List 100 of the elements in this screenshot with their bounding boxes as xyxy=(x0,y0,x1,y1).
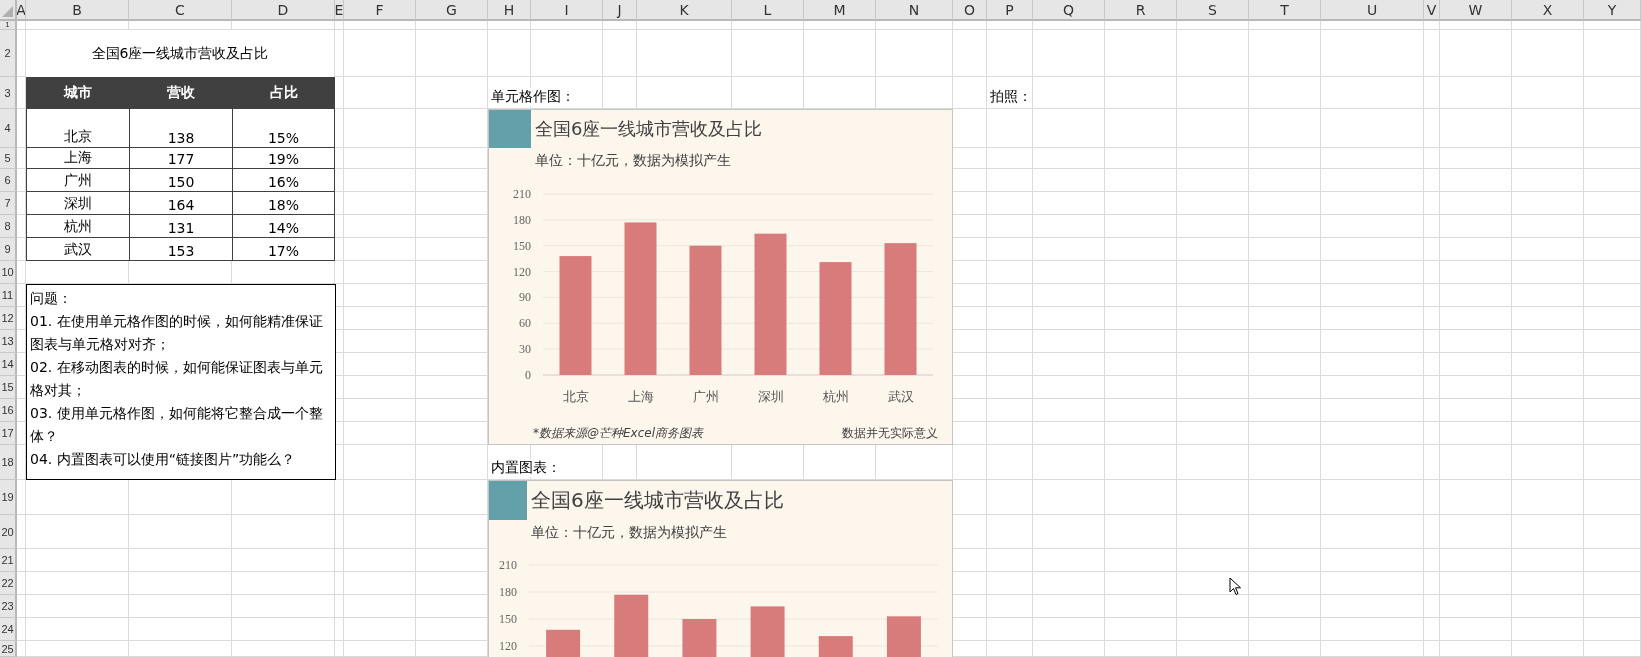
row-header[interactable]: 5 xyxy=(0,148,17,169)
row-header[interactable]: 25 xyxy=(0,641,17,657)
table-cell: 138 xyxy=(129,109,232,148)
table-cell: 北京 xyxy=(26,109,129,148)
title-accent xyxy=(489,481,527,520)
axis-label: 120 xyxy=(499,639,517,653)
row-header[interactable]: 6 xyxy=(0,169,17,192)
category-label: 广州 xyxy=(692,389,719,404)
table-cell: 14% xyxy=(232,215,335,238)
axis-label: 0 xyxy=(525,368,531,382)
table-cell: 177 xyxy=(129,148,232,169)
row-header[interactable]: 22 xyxy=(0,572,17,595)
category-label: 杭州 xyxy=(822,389,849,404)
table-header: 占比 xyxy=(232,77,335,109)
bar xyxy=(614,594,649,657)
row-header[interactable]: 2 xyxy=(0,30,17,77)
table-header: 营收 xyxy=(129,77,232,109)
chart-title: 全国6座一线城市营收及占比 xyxy=(531,487,784,514)
chart-subtitle: 单位：十亿元，数据为模拟产生 xyxy=(531,524,727,540)
column-header[interactable]: V xyxy=(1424,0,1440,21)
column-header[interactable]: L xyxy=(732,0,804,21)
axis-label: 210 xyxy=(513,187,531,201)
column-header[interactable]: G xyxy=(416,0,488,21)
column-header[interactable]: O xyxy=(953,0,987,21)
table-cell: 153 xyxy=(129,238,232,261)
axis-label: 180 xyxy=(513,212,531,227)
table-cell: 17% xyxy=(232,238,335,261)
row-header[interactable]: 8 xyxy=(0,215,17,238)
table-cell: 上海 xyxy=(26,148,129,169)
axis-label: 210 xyxy=(499,558,517,572)
column-header[interactable]: R xyxy=(1105,0,1177,21)
row-header[interactable]: 14 xyxy=(0,353,17,376)
table-cell: 杭州 xyxy=(26,215,129,238)
bar xyxy=(886,616,921,657)
table-cell: 19% xyxy=(232,148,335,169)
column-header[interactable]: P xyxy=(987,0,1033,21)
column-header[interactable]: H xyxy=(488,0,531,21)
axis-label: 150 xyxy=(499,612,517,626)
row-header[interactable]: 15 xyxy=(0,376,17,399)
column-header[interactable]: X xyxy=(1512,0,1584,21)
column-header[interactable]: M xyxy=(804,0,876,21)
row-header[interactable]: 12 xyxy=(0,307,17,330)
row-header[interactable]: 21 xyxy=(0,549,17,572)
select-all-corner[interactable] xyxy=(0,0,17,21)
row-header[interactable]: 3 xyxy=(0,77,17,109)
question-text: 04. 内置图表可以使用“链接图片”功能么？ xyxy=(30,450,297,469)
row-header[interactable]: 13 xyxy=(0,330,17,353)
table-cell: 164 xyxy=(129,192,232,215)
chart-subtitle: 单位：十亿元，数据为模拟产生 xyxy=(535,152,731,168)
row-header[interactable]: 11 xyxy=(0,284,17,307)
column-header[interactable]: T xyxy=(1249,0,1321,21)
source-note: *数据来源@芒种Excel商务图表 xyxy=(533,424,703,442)
column-header[interactable]: C xyxy=(129,0,232,21)
table-cell: 武汉 xyxy=(26,238,129,261)
column-header[interactable]: Q xyxy=(1033,0,1105,21)
column-header[interactable]: K xyxy=(637,0,732,21)
table-cell: 16% xyxy=(232,169,335,192)
row-header[interactable]: 7 xyxy=(0,192,17,215)
column-header[interactable]: S xyxy=(1177,0,1249,21)
column-header[interactable]: I xyxy=(531,0,603,21)
column-header[interactable]: D xyxy=(232,0,335,21)
axis-label: 180 xyxy=(499,585,517,599)
axis-label: 90 xyxy=(519,290,531,305)
table-cell: 150 xyxy=(129,169,232,192)
row-header[interactable]: 20 xyxy=(0,515,17,549)
column-header[interactable]: Y xyxy=(1584,0,1641,21)
table-cell: 广州 xyxy=(26,169,129,192)
title-accent xyxy=(489,110,531,148)
question-text: 问题： xyxy=(30,289,73,308)
row-header[interactable]: 17 xyxy=(0,422,17,445)
table-title: 全国6座一线城市营收及占比 xyxy=(26,30,335,77)
table-header: 城市 xyxy=(26,77,129,109)
column-header[interactable]: W xyxy=(1440,0,1512,21)
axis-label: 60 xyxy=(519,316,531,331)
category-label: 武汉 xyxy=(887,389,914,404)
row-header[interactable]: 9 xyxy=(0,238,17,261)
column-header[interactable]: F xyxy=(344,0,416,21)
row-header[interactable]: 23 xyxy=(0,595,17,618)
row-header[interactable]: 24 xyxy=(0,618,17,641)
row-header[interactable]: 18 xyxy=(0,445,17,480)
bar xyxy=(750,606,785,657)
corner-triangle-icon xyxy=(2,6,13,17)
row-header[interactable]: 16 xyxy=(0,399,17,422)
question-text: 01. 在使用单元格作图的时候，如何能精准保证图表与单元格对对齐； xyxy=(30,312,324,354)
row-header[interactable]: 1 xyxy=(0,21,17,30)
axis-label: 150 xyxy=(513,238,531,253)
column-header[interactable]: J xyxy=(603,0,637,21)
table-cell: 131 xyxy=(129,215,232,238)
question-text: 03. 使用单元格作图，如何能将它整合成一个整体？ xyxy=(30,404,324,446)
table-cell: 深圳 xyxy=(26,192,129,215)
row-header[interactable]: 4 xyxy=(0,109,17,148)
bar xyxy=(818,636,853,657)
row-header[interactable]: 19 xyxy=(0,480,17,515)
table-cell: 15% xyxy=(232,109,335,148)
column-header[interactable]: U xyxy=(1321,0,1424,21)
category-label: 深圳 xyxy=(757,389,784,404)
row-header[interactable]: 10 xyxy=(0,261,17,284)
column-header[interactable]: B xyxy=(26,0,129,21)
chart-title: 全国6座一线城市营收及占比 xyxy=(535,117,763,141)
column-header[interactable]: N xyxy=(876,0,953,21)
